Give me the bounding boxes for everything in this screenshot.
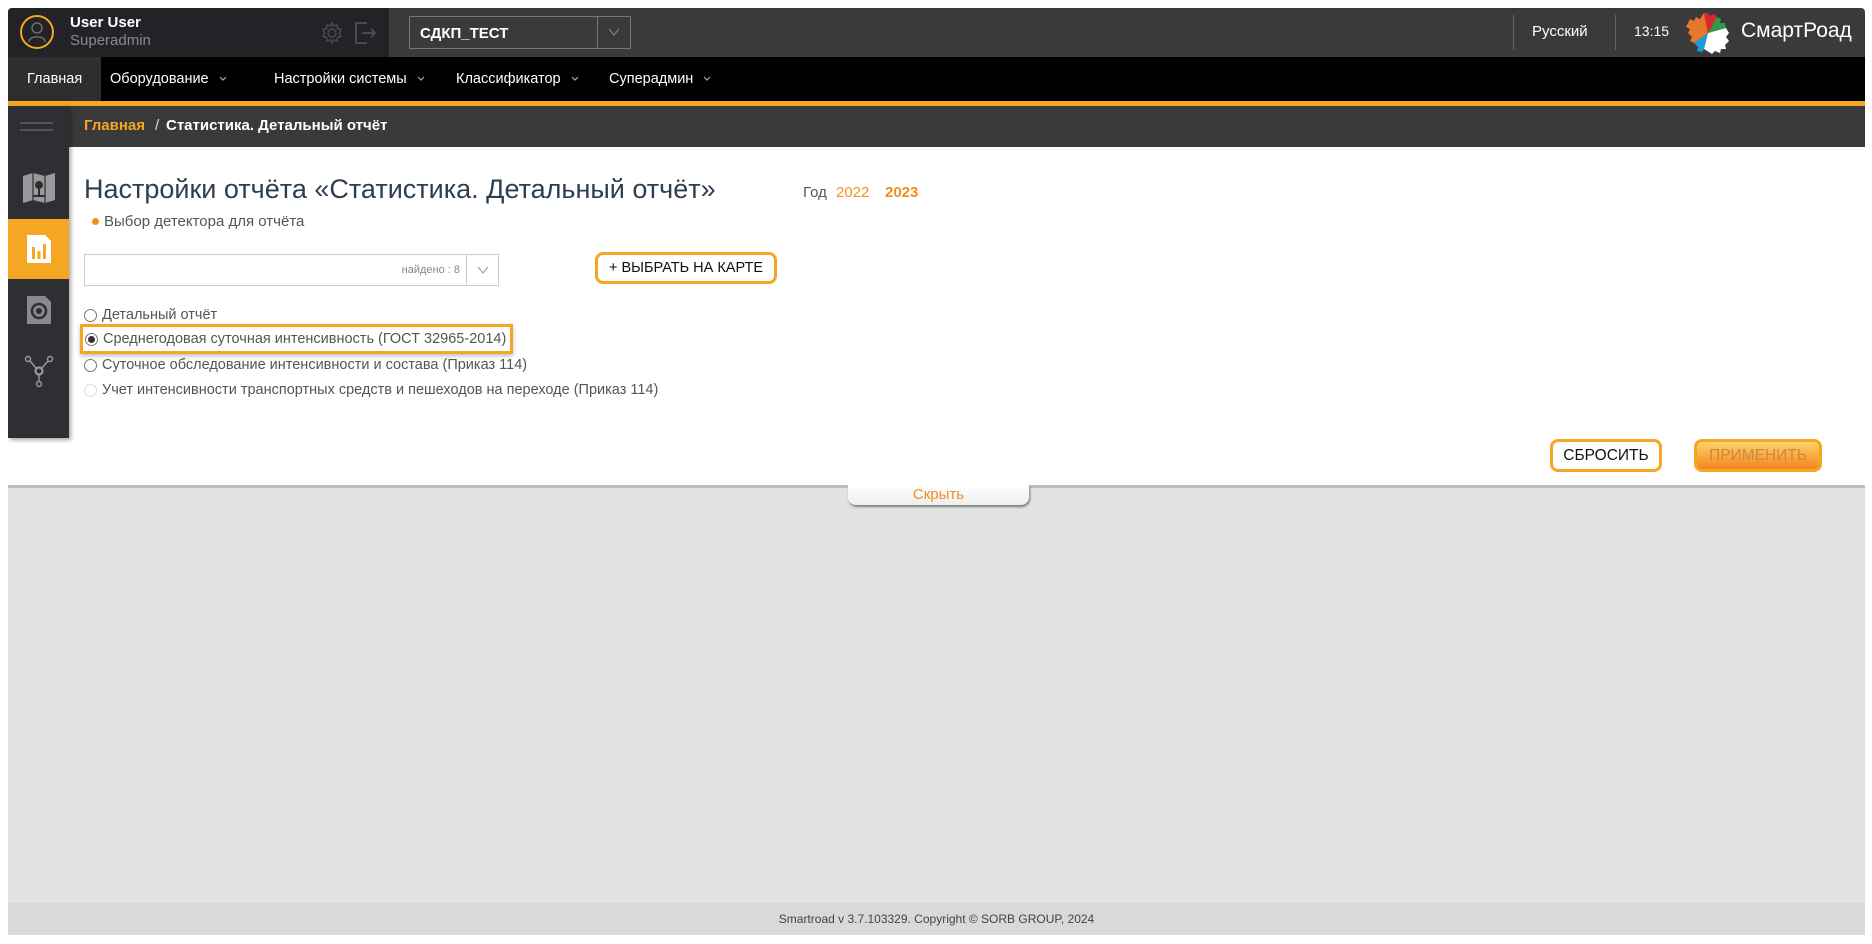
footer: Smartroad v 3.7.103329. Copyright © SORB… — [8, 903, 1865, 935]
breadcrumb-separator: / — [155, 117, 160, 134]
clock: 13:15 — [1634, 23, 1670, 39]
radio-button[interactable] — [84, 308, 97, 322]
chevron-down-icon — [571, 76, 579, 82]
company-select-toggle[interactable] — [597, 17, 630, 48]
company-select[interactable]: СДКП_ТЕСТ — [409, 16, 631, 49]
logo-gear-icon — [1686, 13, 1729, 54]
nav-item-system-settings[interactable]: Настройки системы — [255, 57, 444, 101]
chevron-down-icon — [608, 28, 620, 36]
required-dot-icon — [92, 217, 99, 225]
header-divider — [1513, 15, 1514, 50]
detector-field-label-text: Выбор детектора для отчёта — [104, 213, 305, 230]
breadcrumb-home-link[interactable]: Главная — [84, 117, 145, 134]
page-title: Настройки отчёта «Статистика. Детальный … — [84, 174, 716, 204]
detector-icon — [26, 296, 51, 324]
hide-panel-tab[interactable]: Скрыть — [848, 485, 1029, 505]
report-type-label: Суточное обследование интенсивности и со… — [102, 357, 528, 373]
nav-item-superadmin[interactable]: Суперадмин — [590, 57, 730, 101]
detector-select[interactable]: найдено : 8 — [84, 254, 499, 286]
user-name: User User — [70, 14, 141, 31]
map-icon — [22, 173, 55, 203]
report-type-option[interactable]: Детальный отчёт — [84, 304, 217, 326]
user-block: User User Superadmin — [8, 8, 389, 57]
hamburger-line — [20, 129, 53, 131]
report-type-option-disabled: Учет интенсивности транспортных средств … — [84, 379, 658, 401]
radio-button-checked[interactable] — [85, 332, 98, 346]
brand-name: СмартРоад — [1741, 19, 1852, 42]
language-switch[interactable]: Русский — [1532, 23, 1588, 40]
sidebar-item-map[interactable] — [8, 158, 69, 218]
nav-item-label: Классификатор — [456, 71, 561, 87]
nav-item-label: Главная — [27, 71, 83, 87]
logout-icon[interactable] — [353, 20, 379, 46]
hamburger-line — [20, 122, 53, 124]
chevron-down-icon — [417, 76, 425, 82]
chevron-down-icon — [219, 76, 227, 82]
report-type-label: Среднегодовая суточная интенсивность (ГО… — [103, 331, 507, 347]
found-count: найдено : 8 — [401, 264, 460, 276]
nav-item-equipment[interactable]: Оборудование — [91, 57, 246, 101]
chevron-down-icon — [703, 76, 711, 82]
network-icon — [24, 355, 53, 388]
sidebar — [8, 106, 69, 438]
sidebar-item-reports[interactable] — [8, 219, 69, 279]
user-icon — [28, 22, 46, 42]
sidebar-toggle[interactable] — [8, 106, 69, 144]
nav-item-label: Настройки системы — [274, 71, 407, 87]
year-option-2023[interactable]: 2023 — [885, 184, 918, 201]
nav-item-home[interactable]: Главная — [8, 57, 102, 101]
nav-item-label: Суперадмин — [609, 71, 694, 87]
top-header: User User Superadmin СДКП_ТЕСТ Русский 1… — [8, 8, 1865, 57]
copyright-text: Smartroad v 3.7.103329. Copyright © SORB… — [778, 912, 1095, 926]
report-type-label: Учет интенсивности транспортных средств … — [102, 382, 659, 398]
main-nav: Главная Оборудование Настройки системы К… — [8, 57, 1865, 106]
sidebar-item-detectors[interactable] — [8, 280, 69, 340]
year-option-2022[interactable]: 2022 — [836, 184, 869, 201]
gear-icon[interactable] — [320, 21, 344, 45]
report-type-option-selected[interactable]: Среднегодовая суточная интенсивность (ГО… — [80, 324, 514, 354]
sidebar-item-network[interactable] — [8, 341, 69, 401]
app-window: User User Superadmin СДКП_ТЕСТ Русский 1… — [8, 8, 1865, 935]
company-select-value: СДКП_ТЕСТ — [420, 25, 509, 42]
nav-item-label: Оборудование — [110, 71, 209, 87]
select-on-map-button[interactable]: + ВЫБРАТЬ НА КАРТЕ — [595, 252, 777, 284]
detector-select-toggle[interactable] — [466, 255, 498, 285]
report-type-option[interactable]: Суточное обследование интенсивности и со… — [84, 354, 527, 376]
report-chart-icon — [26, 235, 51, 263]
detector-field-label: Выбор детектора для отчёта — [92, 213, 304, 230]
report-settings-panel: Настройки отчёта «Статистика. Детальный … — [8, 147, 1865, 488]
user-avatar[interactable] — [20, 15, 54, 49]
nav-item-classifier[interactable]: Классификатор — [437, 57, 598, 101]
breadcrumb-current: Статистика. Детальный отчёт — [166, 117, 388, 134]
report-type-label: Детальный отчёт — [102, 307, 218, 323]
chevron-down-icon — [477, 266, 489, 274]
year-label: Год — [803, 184, 827, 201]
radio-button[interactable] — [84, 358, 97, 372]
header-divider — [1615, 15, 1616, 50]
apply-button[interactable]: ПРИМЕНИТЬ — [1694, 439, 1822, 472]
breadcrumb: Главная / Статистика. Детальный отчёт — [69, 106, 1865, 147]
radio-button-disabled — [84, 383, 97, 397]
user-role: Superadmin — [70, 32, 151, 49]
reset-button[interactable]: СБРОСИТЬ — [1550, 439, 1662, 472]
